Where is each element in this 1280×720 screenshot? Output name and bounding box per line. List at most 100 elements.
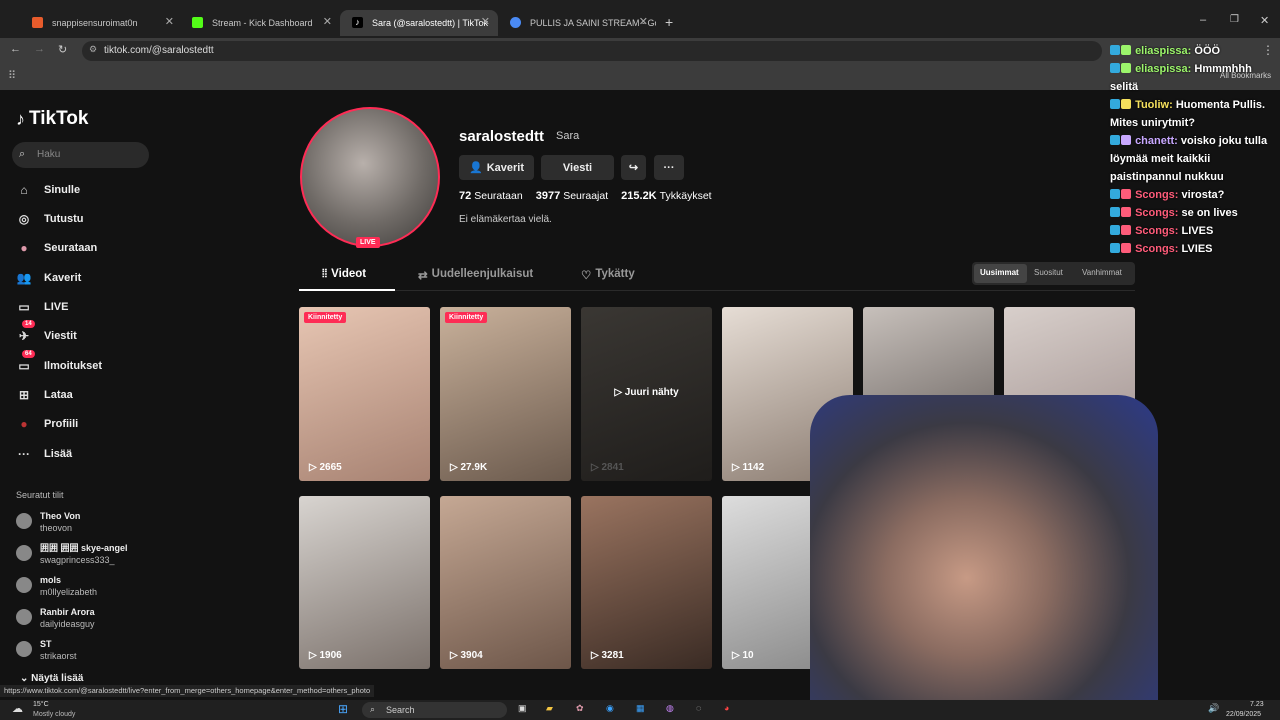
sort-newest[interactable]: Uusimmat	[980, 268, 1019, 277]
chat-username: Tuoliw:	[1135, 99, 1173, 111]
friends-button[interactable]: 👤 Kaverit	[459, 155, 534, 180]
sidebar-item-sinulle[interactable]: ⌂ Sinulle	[16, 180, 80, 200]
sort-popular[interactable]: Suositut	[1034, 268, 1063, 277]
sidebar-item-live[interactable]: ▭ LIVE	[16, 297, 68, 317]
view-count-value: 3904	[460, 650, 483, 661]
taskbar-search[interactable]: ⌕ Search	[362, 702, 507, 718]
more-button[interactable]: ···	[654, 155, 684, 180]
tab-title: Sara (@saralostedtt) | TikTok	[372, 18, 489, 28]
volume-icon[interactable]: 🔊	[1208, 703, 1219, 714]
profile-username: saralostedtt	[459, 128, 545, 145]
back-icon[interactable]: ←	[10, 43, 21, 55]
reload-icon[interactable]: ↻	[58, 43, 67, 56]
address-input[interactable]: ⚙ tiktok.com/@saralostedtt	[82, 41, 1102, 61]
followed-account[interactable]: ST strikaorst	[16, 638, 77, 662]
tab-divider	[299, 290, 1135, 291]
view-count-value: 2665	[319, 462, 342, 473]
sidebar-item-ilmoitukset[interactable]: ▭ 64 Ilmoitukset	[16, 350, 102, 376]
close-icon[interactable]: ✕	[639, 15, 648, 28]
chat-message: Scongs: virosta?	[1110, 186, 1275, 204]
close-icon[interactable]: ✕	[481, 15, 490, 28]
account-handle: m0llyelizabeth	[40, 587, 98, 597]
video-thumbnail[interactable]: ▷ 3904	[440, 496, 571, 669]
profile-avatar[interactable]	[300, 107, 440, 247]
search-input[interactable]: ⌕ Haku	[12, 142, 149, 168]
video-thumbnail[interactable]: Kiinnitetty ▷ 27.9K	[440, 307, 571, 481]
view-count: ▷ 1906	[309, 650, 342, 661]
tiktok-logo[interactable]: ♪ TikTok	[16, 108, 88, 130]
video-thumbnail[interactable]: ▷ 1906	[299, 496, 430, 669]
chrome-icon[interactable]: ◕	[724, 703, 729, 713]
share-button[interactable]: ↪	[621, 155, 646, 180]
tab-title: snappisensuroimat0n	[52, 18, 138, 28]
avatar	[16, 513, 32, 529]
browser-tab[interactable]: snappisensuroimat0n ✕	[20, 10, 182, 36]
view-count: ▷ 2665	[309, 462, 342, 473]
site-info-icon[interactable]: ⚙	[89, 44, 97, 55]
friends-button-label: Kaverit	[486, 161, 524, 174]
friends-icon: 👤	[469, 162, 483, 174]
clock-date: 22/09/2025	[1226, 711, 1262, 718]
close-icon[interactable]: ✕	[323, 15, 332, 28]
apps-icon[interactable]: ⠿	[8, 69, 16, 82]
close-window-icon[interactable]: ✕	[1260, 14, 1269, 27]
followed-account[interactable]: 囲囲 囲囲 skye-angel swagprincess333_	[16, 542, 128, 566]
message-button[interactable]: Viesti	[541, 155, 614, 180]
new-tab-icon[interactable]: +	[665, 14, 673, 30]
clock-time[interactable]: 7.23	[1250, 701, 1264, 708]
followers-label: Seuraajat	[563, 190, 609, 202]
followers-stat[interactable]: 3977 Seuraajat	[536, 190, 608, 202]
tab-videos[interactable]: ⦙⦙ Videot	[322, 268, 366, 281]
sidebar-item-tutustu[interactable]: ◎ Tutustu	[16, 209, 84, 229]
app-icon[interactable]: ◌	[696, 703, 701, 713]
followed-account[interactable]: Theo Von theovon	[16, 510, 80, 534]
sidebar-item-lataa[interactable]: ⊞ Lataa	[16, 385, 73, 405]
video-thumbnail[interactable]: ▷ Juuri nähty ▷ 2841	[581, 307, 712, 481]
show-more-link[interactable]: ⌄ Näytä lisää	[20, 673, 83, 684]
weather-temp[interactable]: 15°C	[33, 701, 49, 708]
repost-icon: ⇄	[418, 270, 428, 282]
sidebar-item-viestit[interactable]: ✈ 14 Viestit	[16, 320, 77, 346]
account-name: mols	[40, 575, 62, 585]
view-count-value: 10	[742, 650, 754, 661]
avatar	[16, 609, 32, 625]
followed-account[interactable]: mols m0llyelizabeth	[16, 574, 97, 598]
windows-start-icon[interactable]: ⊞	[338, 702, 348, 716]
maximize-icon[interactable]: ❐	[1230, 14, 1239, 25]
sort-oldest[interactable]: Vanhimmat	[1082, 268, 1122, 277]
copilot-icon[interactable]: ✿	[576, 703, 584, 714]
badge-icon	[1121, 225, 1131, 235]
forward-icon[interactable]: →	[34, 43, 45, 55]
following-stat[interactable]: 72 Seurataan	[459, 190, 523, 202]
sidebar-item-profiili[interactable]: ● Profiili	[16, 414, 78, 434]
tab-reposts[interactable]: ⇄ Uudelleenjulkaisut	[418, 268, 533, 282]
sidebar-item-seurataan[interactable]: ● Seurataan	[16, 238, 97, 258]
badge-icon	[1121, 135, 1131, 145]
task-view-icon[interactable]: ▣	[518, 703, 527, 714]
tab-liked[interactable]: ♡ Tykätty	[581, 268, 635, 282]
sidebar-item-lisää[interactable]: ··· Lisää	[16, 444, 72, 464]
file-explorer-icon[interactable]: ▰	[546, 703, 553, 714]
account-handle: swagprincess333_	[40, 555, 115, 565]
minimize-icon[interactable]: –	[1200, 14, 1206, 26]
store-icon[interactable]: ▦	[636, 703, 645, 714]
video-thumbnail[interactable]: Kiinnitetty ▷ 2665	[299, 307, 430, 481]
tiktok-icon: ♪	[352, 17, 363, 28]
friends-icon: 👥	[16, 271, 32, 285]
app-icon[interactable]: ◍	[666, 703, 674, 714]
sidebar-item-kaverit[interactable]: 👥 Kaverit	[16, 268, 82, 288]
followed-account[interactable]: Ranbir Arora dailyideasguy	[16, 606, 95, 630]
sidebar-item-label: LIVE	[44, 301, 69, 313]
close-icon[interactable]: ✕	[165, 15, 174, 28]
browser-tab-active[interactable]: ♪ Sara (@saralostedtt) | TikTok ✕	[340, 10, 498, 36]
video-thumbnail[interactable]: ▷ 3281	[581, 496, 712, 669]
live-badge[interactable]: LIVE	[356, 237, 380, 248]
play-icon: ▷	[591, 462, 599, 473]
sidebar-item-label: Lataa	[44, 389, 73, 401]
search-placeholder: Haku	[37, 149, 61, 160]
likes-label: Tykkäykset	[659, 190, 712, 202]
edge-icon[interactable]: ◉	[606, 703, 614, 714]
browser-tab[interactable]: Stream - Kick Dashboard ✕	[180, 10, 340, 36]
following-title: Seuratut tilit	[16, 490, 64, 500]
browser-tab[interactable]: PULLIS JA SAINI STREAM - Goo ✕	[498, 10, 656, 36]
